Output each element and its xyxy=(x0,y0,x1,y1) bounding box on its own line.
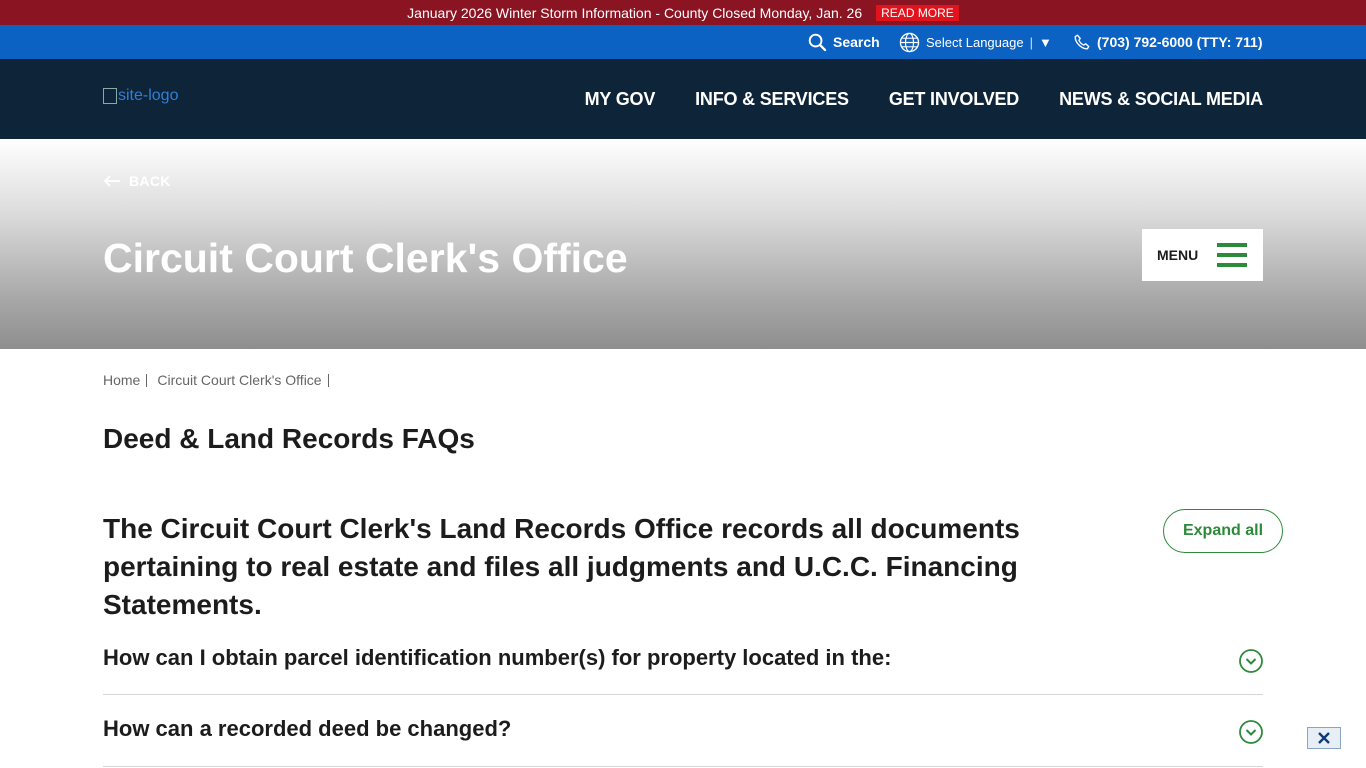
search-label: Search xyxy=(833,34,880,50)
alert-bar: January 2026 Winter Storm Information - … xyxy=(0,0,1366,25)
back-link[interactable]: BACK xyxy=(103,173,171,189)
site-logo[interactable]: site-logo xyxy=(103,87,178,105)
language-separator: | xyxy=(1029,34,1033,50)
chevron-down-circle-icon xyxy=(1239,720,1263,744)
alert-message: January 2026 Winter Storm Information - … xyxy=(407,4,863,21)
breadcrumb-clerk-office[interactable]: Circuit Court Clerk's Office xyxy=(157,372,321,388)
language-label: Select Language xyxy=(926,34,1024,50)
expand-all-button[interactable]: Expand all xyxy=(1163,509,1283,553)
nav-news-social[interactable]: NEWS & SOCIAL MEDIA xyxy=(1059,89,1263,110)
search-icon xyxy=(808,33,827,51)
intro-text: The Circuit Court Clerk's Land Records O… xyxy=(103,513,1020,620)
primary-nav: MY GOV INFO & SERVICES GET INVOLVED NEWS… xyxy=(585,59,1264,139)
close-icon xyxy=(1318,732,1330,744)
breadcrumb-home[interactable]: Home xyxy=(103,372,140,388)
breadcrumb-separator xyxy=(146,373,148,387)
globe-icon xyxy=(899,32,920,52)
arrow-left-icon xyxy=(103,175,120,187)
nav-info-services[interactable]: INFO & SERVICES xyxy=(695,89,849,110)
breadcrumb: Home Circuit Court Clerk's Office xyxy=(103,372,339,388)
hamburger-icon xyxy=(1217,243,1247,267)
phone-link[interactable]: (703) 792-6000 (TTY: 711) xyxy=(1073,25,1263,59)
faq-item[interactable]: How can a recorded deed be changed? xyxy=(103,695,1263,767)
faq-item[interactable]: How can I obtain parcel identification n… xyxy=(103,636,1263,695)
nav-get-involved[interactable]: GET INVOLVED xyxy=(889,89,1019,110)
menu-label: MENU xyxy=(1157,247,1199,263)
section-heading: Deed & Land Records FAQs xyxy=(103,423,475,454)
menu-button[interactable]: MENU xyxy=(1142,229,1263,281)
chevron-down-icon: ▼ xyxy=(1038,34,1052,50)
utility-bar: Search Select Language | ▼ (703) 792-600… xyxy=(0,25,1366,59)
main-nav: site-logo MY GOV INFO & SERVICES GET INV… xyxy=(0,59,1366,139)
broken-image-icon xyxy=(103,88,117,104)
phone-number: (703) 792-6000 (TTY: 711) xyxy=(1097,34,1263,50)
page-title: Circuit Court Clerk's Office xyxy=(103,235,628,281)
back-label: BACK xyxy=(129,173,171,189)
site-logo-alt: site-logo xyxy=(118,87,179,104)
language-select[interactable]: Select Language | ▼ xyxy=(899,25,1052,59)
close-button[interactable] xyxy=(1307,727,1341,749)
hero-banner: BACK Circuit Court Clerk's Office MENU xyxy=(0,139,1366,349)
phone-icon xyxy=(1074,34,1090,50)
read-more-button[interactable]: READ MORE xyxy=(876,4,959,21)
nav-my-gov[interactable]: MY GOV xyxy=(585,89,656,110)
faq-question: How can I obtain parcel identification n… xyxy=(103,645,892,670)
chevron-down-circle-icon xyxy=(1239,649,1263,673)
search-button[interactable]: Search xyxy=(808,25,880,59)
breadcrumb-separator xyxy=(327,373,329,387)
faq-question: How can a recorded deed be changed? xyxy=(103,716,512,741)
